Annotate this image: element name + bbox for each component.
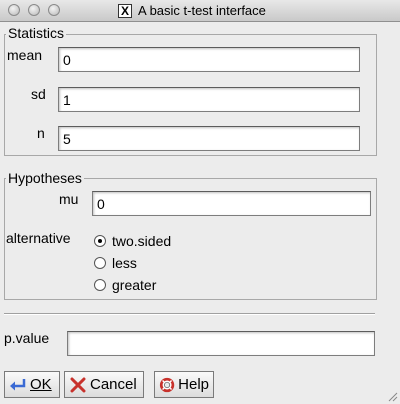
n-input[interactable]: [58, 126, 360, 151]
radio-button[interactable]: [94, 279, 106, 291]
help-button[interactable]: Help: [154, 371, 214, 398]
title-bar: X A basic t-test interface: [0, 0, 400, 22]
pvalue-label: p.value: [4, 330, 50, 346]
cancel-button[interactable]: Cancel: [64, 371, 144, 398]
alternative-label: alternative: [6, 230, 71, 246]
radio-less-label: less: [112, 255, 137, 271]
hypotheses-legend: Hypotheses: [6, 170, 84, 186]
lifebuoy-icon: [159, 377, 175, 392]
radio-button-selected[interactable]: [94, 235, 106, 247]
sd-input[interactable]: [58, 87, 360, 112]
close-window-button[interactable]: [8, 4, 20, 16]
minimize-window-button[interactable]: [28, 4, 40, 16]
ok-button-label: OK: [30, 376, 52, 393]
radio-greater-label: greater: [112, 277, 157, 293]
resize-grip-icon[interactable]: [386, 390, 398, 402]
separator-line: [4, 313, 375, 315]
radio-two-sided-label: two.sided: [112, 233, 172, 249]
mu-input[interactable]: [92, 191, 371, 216]
enter-arrow-icon: [10, 378, 26, 390]
cancel-icon: [70, 377, 86, 392]
window-title-group: X A basic t-test interface: [118, 3, 266, 18]
radio-two-sided[interactable]: two.sided: [94, 233, 171, 249]
x11-icon: X: [118, 3, 132, 18]
statistics-legend: Statistics: [6, 25, 67, 41]
mu-label: mu: [59, 191, 79, 207]
ok-button[interactable]: OK: [4, 371, 60, 398]
mean-input[interactable]: [58, 47, 360, 72]
radio-greater[interactable]: greater: [94, 277, 156, 293]
cancel-button-label: Cancel: [90, 376, 137, 393]
radio-less[interactable]: less: [94, 255, 137, 271]
window-title: A basic t-test interface: [138, 3, 266, 18]
radio-button[interactable]: [94, 257, 106, 269]
help-button-label: Help: [178, 376, 209, 393]
zoom-window-button[interactable]: [48, 4, 60, 16]
sd-label: sd: [31, 86, 46, 102]
pvalue-output[interactable]: [67, 331, 375, 356]
mean-label: mean: [7, 47, 43, 63]
n-label: n: [37, 125, 45, 141]
